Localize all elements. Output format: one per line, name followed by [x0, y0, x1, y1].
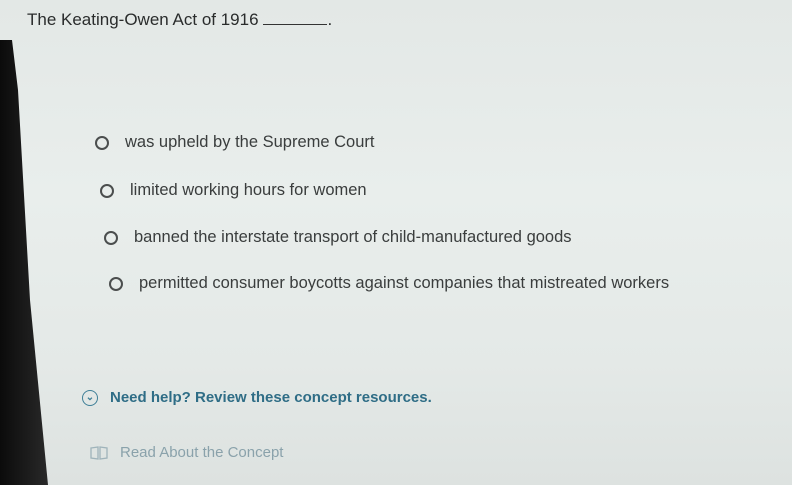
read-concept-label[interactable]: Read About the Concept [120, 444, 283, 461]
radio-button-icon[interactable] [109, 276, 123, 291]
answer-option-4[interactable]: permitted consumer boycotts against comp… [109, 274, 669, 293]
answer-option-1[interactable]: was upheld by the Supreme Court [95, 133, 374, 152]
book-icon [90, 445, 108, 460]
help-toggle[interactable]: ⌄ Need help? Review these concept resour… [82, 389, 432, 406]
question-text: The Keating-Owen Act of 1916 [27, 10, 259, 29]
question-period: . [327, 10, 333, 29]
answer-blank [262, 10, 327, 25]
radio-button-icon[interactable] [100, 183, 114, 198]
answer-option-label: limited working hours for women [130, 181, 367, 199]
answer-option-label: was upheld by the Supreme Court [125, 133, 375, 151]
chevron-down-circle-icon[interactable]: ⌄ [82, 389, 98, 406]
question-prompt: The Keating-Owen Act of 1916. [27, 10, 332, 30]
read-concept-link[interactable]: Read About the Concept [90, 444, 283, 461]
screen: The Keating-Owen Act of 1916. was upheld… [0, 0, 792, 485]
monitor-bezel [0, 40, 48, 485]
help-label[interactable]: Need help? Review these concept resource… [110, 389, 432, 406]
answer-option-3[interactable]: banned the interstate transport of child… [104, 228, 572, 247]
answer-option-2[interactable]: limited working hours for women [100, 181, 367, 200]
answer-option-label: permitted consumer boycotts against comp… [139, 274, 670, 292]
radio-button-icon[interactable] [95, 135, 109, 150]
radio-button-icon[interactable] [104, 230, 118, 245]
answer-option-label: banned the interstate transport of child… [134, 228, 572, 246]
